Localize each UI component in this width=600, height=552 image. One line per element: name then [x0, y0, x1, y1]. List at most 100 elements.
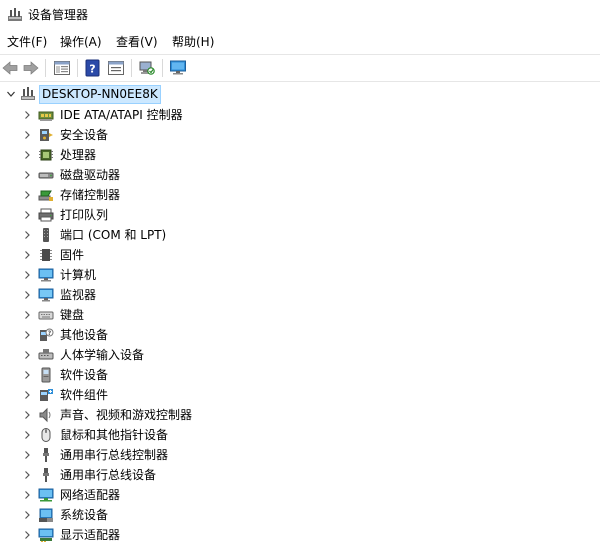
- tree-item[interactable]: 打印队列: [0, 205, 600, 225]
- tree-item-label: 系统设备: [60, 508, 109, 522]
- title-bar: 设备管理器: [0, 0, 600, 30]
- disk-drive-icon: [38, 172, 54, 179]
- tree-item-label: 鼠标和其他指针设备: [60, 428, 169, 442]
- tree-item-label: 安全设备: [60, 128, 109, 142]
- tree-item[interactable]: 人体学输入设备: [0, 345, 600, 365]
- chevron-right-icon[interactable]: [22, 530, 32, 540]
- network-adapter-icon: [38, 488, 54, 502]
- svg-text:?: ?: [89, 63, 95, 76]
- tree-item[interactable]: 通用串行总线控制器: [0, 445, 600, 465]
- monitor-icon: [38, 288, 54, 302]
- chevron-right-icon[interactable]: [22, 370, 32, 380]
- menu-view[interactable]: 查看(V): [115, 34, 159, 50]
- tree-item-label: 端口 (COM 和 LPT): [60, 228, 167, 242]
- chevron-right-icon[interactable]: [22, 310, 32, 320]
- chevron-right-icon[interactable]: [22, 470, 32, 480]
- security-device-icon: [40, 129, 53, 141]
- tree-item[interactable]: 监视器: [0, 285, 600, 305]
- chevron-right-icon[interactable]: [22, 290, 32, 300]
- tree-item-label: 声音、视频和游戏控制器: [60, 408, 193, 422]
- tree-item-label: 处理器: [60, 148, 97, 162]
- chevron-right-icon[interactable]: [22, 130, 32, 140]
- tree-item[interactable]: 软件组件: [0, 385, 600, 405]
- tree-item-label: 计算机: [60, 268, 97, 282]
- tree-item-label: 通用串行总线控制器: [60, 448, 169, 462]
- chevron-right-icon[interactable]: [22, 490, 32, 500]
- computer-name-label[interactable]: DESKTOP-NN0EE8K: [39, 85, 161, 104]
- chevron-right-icon[interactable]: [22, 110, 32, 120]
- tree-root-node[interactable]: DESKTOP-NN0EE8K: [0, 84, 600, 104]
- scan-hardware-icon[interactable]: [138, 59, 156, 77]
- chevron-right-icon[interactable]: [22, 210, 32, 220]
- menu-bar: 文件(F) 操作(A) 查看(V) 帮助(H): [0, 31, 600, 53]
- display-adapter-icon: [38, 528, 54, 542]
- system-device-icon: [39, 508, 53, 522]
- chevron-right-icon[interactable]: [22, 230, 32, 240]
- toolbar: ?: [0, 54, 600, 82]
- menu-file[interactable]: 文件(F): [6, 34, 48, 50]
- tree-item-label: 显示适配器: [60, 528, 121, 542]
- tree-item[interactable]: 鼠标和其他指针设备: [0, 425, 600, 445]
- other-device-icon: ?: [40, 328, 54, 341]
- software-device-icon: [41, 367, 51, 383]
- tree-item-label: 通用串行总线设备: [60, 468, 157, 482]
- tree-item[interactable]: 显示适配器: [0, 525, 600, 545]
- usb-icon: [43, 448, 49, 462]
- tree-item[interactable]: IDE ATA/ATAPI 控制器: [0, 105, 600, 125]
- processor-icon: [39, 149, 53, 161]
- window-title: 设备管理器: [28, 8, 89, 22]
- mouse-icon: [41, 428, 51, 442]
- tree-item[interactable]: 键盘: [0, 305, 600, 325]
- help-icon[interactable]: ?: [84, 59, 102, 77]
- properties-icon[interactable]: [107, 59, 125, 77]
- svg-text:?: ?: [48, 330, 52, 337]
- chevron-down-icon[interactable]: [6, 89, 16, 99]
- tree-item-label: 键盘: [60, 308, 85, 322]
- chevron-right-icon[interactable]: [22, 150, 32, 160]
- menu-help[interactable]: 帮助(H): [171, 34, 215, 50]
- printer-icon: [38, 208, 54, 222]
- forward-arrow-icon[interactable]: [22, 59, 40, 77]
- tree-item-label: IDE ATA/ATAPI 控制器: [60, 108, 183, 122]
- software-component-icon: [40, 389, 53, 401]
- tree-item[interactable]: 计算机: [0, 265, 600, 285]
- toolbar-separator: [162, 59, 163, 77]
- tree-item[interactable]: 声音、视频和游戏控制器: [0, 405, 600, 425]
- tree-item-label: 存储控制器: [60, 188, 121, 202]
- back-arrow-icon[interactable]: [1, 59, 19, 77]
- speaker-icon: [39, 407, 51, 423]
- monitor-icon[interactable]: [169, 59, 187, 77]
- tree-item[interactable]: 系统设备: [0, 505, 600, 525]
- chevron-right-icon[interactable]: [22, 390, 32, 400]
- chevron-right-icon[interactable]: [22, 190, 32, 200]
- tree-item[interactable]: 固件: [0, 245, 600, 265]
- chevron-right-icon[interactable]: [22, 510, 32, 520]
- chevron-right-icon[interactable]: [22, 410, 32, 420]
- tree-item[interactable]: 端口 (COM 和 LPT): [0, 225, 600, 245]
- tree-item[interactable]: 网络适配器: [0, 485, 600, 505]
- tree-item-label: 其他设备: [60, 328, 109, 342]
- tree-item[interactable]: 通用串行总线设备: [0, 465, 600, 485]
- chevron-right-icon[interactable]: [22, 330, 32, 340]
- tree-item[interactable]: 磁盘驱动器: [0, 165, 600, 185]
- tree-item[interactable]: ? 其他设备: [0, 325, 600, 345]
- tree-item-label: 打印队列: [60, 208, 109, 222]
- tree-item[interactable]: 软件设备: [0, 365, 600, 385]
- tree-item-label: 监视器: [60, 288, 97, 302]
- tree-item-label: 软件设备: [60, 368, 109, 382]
- chevron-right-icon[interactable]: [22, 430, 32, 440]
- tree-item[interactable]: 存储控制器: [0, 185, 600, 205]
- chevron-right-icon[interactable]: [22, 450, 32, 460]
- hid-icon: [38, 349, 54, 360]
- keyboard-icon: [38, 311, 54, 320]
- tree-item[interactable]: 安全设备: [0, 125, 600, 145]
- tree-item[interactable]: 处理器: [0, 145, 600, 165]
- show-hide-console-tree-icon[interactable]: [53, 59, 71, 77]
- chevron-right-icon[interactable]: [22, 270, 32, 280]
- ide-controller-icon: [38, 111, 54, 121]
- chevron-right-icon[interactable]: [22, 350, 32, 360]
- computer-icon: [38, 268, 54, 282]
- menu-action[interactable]: 操作(A): [59, 34, 103, 50]
- chevron-right-icon[interactable]: [22, 170, 32, 180]
- chevron-right-icon[interactable]: [22, 250, 32, 260]
